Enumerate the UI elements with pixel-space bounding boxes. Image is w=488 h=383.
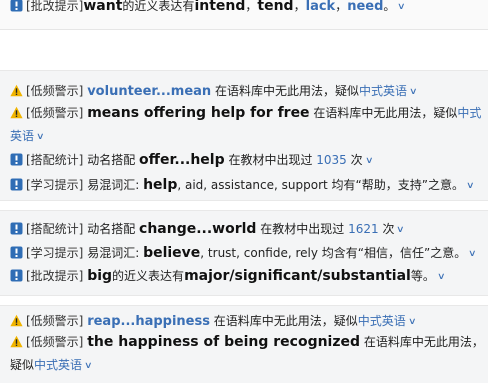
warning-icon (10, 84, 23, 97)
punct: 。 (383, 0, 396, 13)
info-icon (10, 222, 23, 235)
feedback-text: 动名搭配 (83, 153, 140, 167)
keyword: intend (194, 0, 246, 14)
keyword: want (83, 0, 123, 14)
info-icon (10, 0, 23, 12)
chevron-down-icon[interactable]: ∨ (468, 245, 477, 263)
warning-icon (10, 335, 23, 348)
chevron-down-icon[interactable]: ∨ (409, 83, 418, 101)
feedback-text: 在语料库中无此用法，疑似 (309, 106, 458, 120)
keyword: big (87, 268, 113, 284)
count: 1621 (348, 222, 379, 236)
keyword: help (143, 177, 178, 193)
feedback-row: [批改提示]want的近义表达有intend，tend，lack，need。 ∨ (10, 0, 484, 16)
chevron-down-icon[interactable]: ∨ (365, 152, 374, 170)
chevron-down-icon[interactable]: ∨ (408, 313, 417, 331)
feedback-tag: [低频警示] (26, 314, 84, 328)
feedback-row: [搭配统计] 动名搭配 change...world 在教材中出现过 1621 … (10, 220, 484, 239)
feedback-tag: [搭配统计] (26, 153, 84, 167)
keyword: the happiness of being recognized (87, 334, 361, 350)
keyword: means offering help for free (87, 105, 310, 121)
feedback-tag: [低频警示] (26, 84, 84, 98)
keyword-link[interactable]: reap...happiness (87, 314, 210, 329)
info-icon (10, 246, 23, 259)
keyword: offer...help (139, 152, 225, 168)
feedback-text: , aid, assistance, support 均有“帮助，支持”之意。 (177, 178, 464, 192)
feedback-tag: [低频警示] (26, 335, 84, 349)
feedback-row: [低频警示] the happiness of being recognized… (10, 331, 486, 378)
feedback-tag: [低频警示] (26, 106, 84, 120)
chinglish-link[interactable]: 中式英语 (359, 84, 407, 98)
keyword: tend (257, 0, 294, 14)
feedback-text: 在语料库中无此用法，疑似 (211, 84, 360, 98)
keyword: believe (143, 245, 201, 261)
feedback-text: 易混词汇: (83, 178, 144, 192)
feedback-row: [学习提示] 易混词汇: help, aid, assistance, supp… (10, 176, 484, 195)
feedback-row: [低频警示] volunteer...mean 在语料库中无此用法，疑似中式英语… (10, 82, 484, 101)
keyword: change...world (139, 221, 257, 237)
keyword-link[interactable]: lack (306, 0, 336, 14)
feedback-row: [学习提示] 易混词汇: believe, trust, confide, re… (10, 244, 484, 263)
feedback-text: 在语料库中无此用法，疑似 (209, 314, 358, 328)
punct: ， (293, 0, 306, 13)
warning-icon (10, 314, 23, 327)
punct: ， (335, 0, 348, 13)
feedback-text: 的近义表达有 (112, 269, 185, 283)
feedback-text: 等。 (410, 269, 435, 283)
chevron-down-icon[interactable]: ∨ (437, 268, 446, 286)
feedback-tag: [学习提示] (26, 246, 84, 260)
warning-icon (10, 106, 23, 119)
feedback-tag: [批改提示] (26, 269, 84, 283)
keyword-link[interactable]: need (347, 0, 383, 14)
keyword: major/significant/substantial (184, 268, 411, 284)
feedback-row: [搭配统计] 动名搭配 offer...help 在教材中出现过 1035 次 ∨ (10, 151, 484, 170)
feedback-text: 次 (378, 222, 395, 236)
chevron-down-icon[interactable]: ∨ (36, 126, 45, 149)
keyword-link[interactable]: volunteer...mean (87, 84, 211, 99)
count: 1035 (316, 153, 347, 167)
feedback-row: [低频警示] reap...happiness 在语料库中无此用法，疑似中式英语… (10, 312, 484, 331)
info-icon (10, 153, 23, 166)
punct: ， (245, 0, 258, 13)
info-icon (10, 269, 23, 282)
feedback-tag: [批改提示] (26, 0, 84, 13)
feedback-text: 的近义表达有 (122, 0, 195, 13)
chinglish-link[interactable]: 中式英语 (358, 314, 406, 328)
chinglish-link[interactable]: 中式英语 (34, 358, 82, 372)
feedback-text: 次 (346, 153, 363, 167)
feedback-text: 在教材中出现过 (256, 222, 349, 236)
feedback-tag: [搭配统计] (26, 222, 84, 236)
feedback-row: [批改提示] big的近义表达有major/significant/substa… (10, 267, 484, 286)
feedback-text: 易混词汇: (83, 246, 144, 260)
feedback-text: 动名搭配 (83, 222, 140, 236)
chevron-down-icon[interactable]: ∨ (396, 221, 405, 239)
feedback-tag: [学习提示] (26, 178, 84, 192)
feedback-text: 在教材中出现过 (224, 153, 317, 167)
chevron-down-icon[interactable]: ∨ (84, 355, 93, 378)
chevron-down-icon[interactable]: ∨ (466, 177, 475, 195)
info-icon (10, 178, 23, 191)
feedback-row: [低频警示] means offering help for free 在语料库… (10, 102, 486, 149)
feedback-text: , trust, confide, rely 均含有“相信，信任”之意。 (200, 246, 467, 260)
chevron-down-icon[interactable]: ∨ (397, 0, 406, 16)
